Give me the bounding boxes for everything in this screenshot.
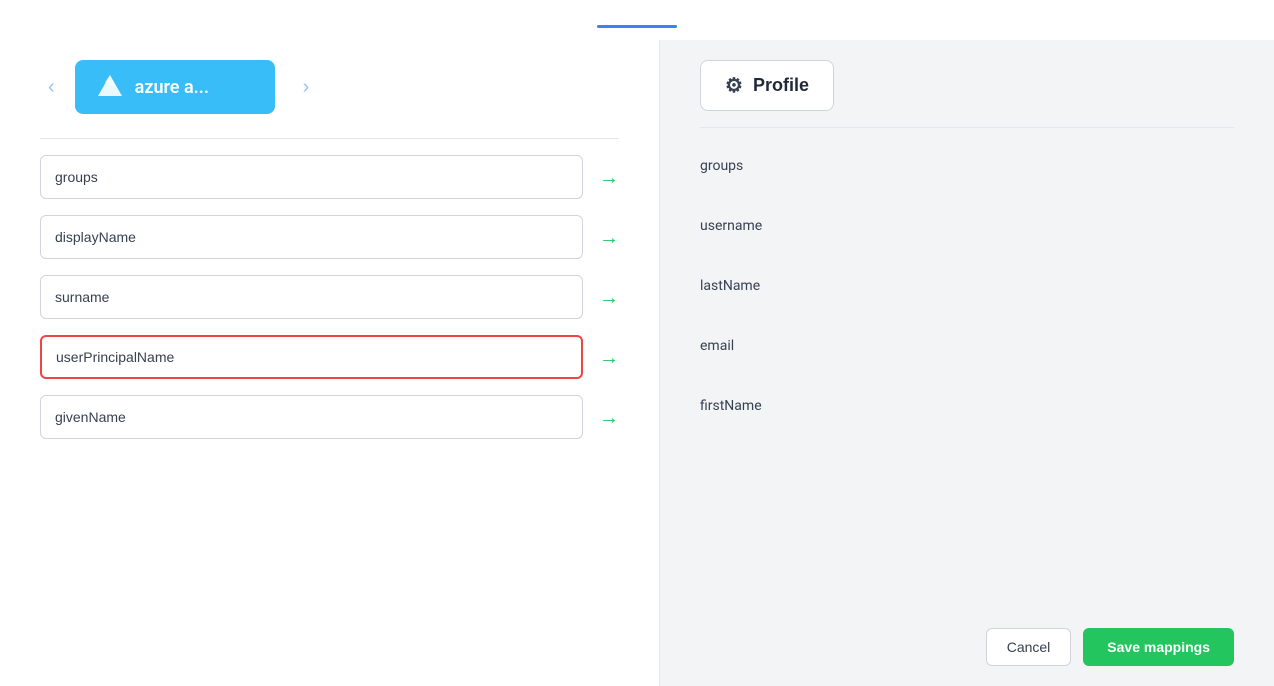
gear-icon: ⚙ (725, 73, 743, 98)
field-input-surname[interactable] (40, 275, 583, 319)
left-panel: ‹ azure a... › → → → → (0, 40, 660, 686)
bottom-actions: Cancel Save mappings (700, 612, 1234, 666)
target-rows: groups username lastName email firstName (700, 144, 1234, 612)
nav-left-button[interactable]: ‹ (40, 72, 63, 103)
azure-logo-icon (95, 72, 125, 102)
arrow-icon-givenName: → (599, 405, 619, 430)
right-panel: ⚙ Profile groups username lastName email… (660, 40, 1274, 686)
arrow-icon-groups: → (599, 165, 619, 190)
mapping-row-displayName: → (40, 215, 619, 259)
target-row-lastName: lastName (700, 264, 1234, 308)
mapping-row-surname: → (40, 275, 619, 319)
mapping-row-groups: → (40, 155, 619, 199)
save-mappings-button[interactable]: Save mappings (1083, 628, 1234, 666)
target-label-lastName: lastName (700, 278, 760, 294)
target-row-groups: groups (700, 144, 1234, 188)
mapping-row-givenName: → (40, 395, 619, 439)
field-input-userPrincipalName[interactable] (40, 335, 583, 379)
left-divider (40, 138, 619, 139)
target-label-username: username (700, 218, 762, 234)
target-label-groups: groups (700, 158, 743, 174)
profile-button-label: Profile (753, 75, 809, 96)
nav-right-button[interactable]: › (295, 72, 318, 103)
profile-button[interactable]: ⚙ Profile (700, 60, 834, 111)
right-divider (700, 127, 1234, 128)
target-label-email: email (700, 338, 734, 354)
cancel-button[interactable]: Cancel (986, 628, 1072, 666)
source-badge-label: azure a... (135, 77, 209, 98)
source-badge[interactable]: azure a... (75, 60, 275, 114)
progress-indicator (597, 25, 677, 28)
arrow-icon-displayName: → (599, 225, 619, 250)
target-row-email: email (700, 324, 1234, 368)
target-row-username: username (700, 204, 1234, 248)
mapping-row-userPrincipalName: → (40, 335, 619, 379)
target-row-firstName: firstName (700, 384, 1234, 428)
source-header: ‹ azure a... › (40, 60, 619, 114)
field-input-givenName[interactable] (40, 395, 583, 439)
field-input-displayName[interactable] (40, 215, 583, 259)
arrow-icon-surname: → (599, 285, 619, 310)
arrow-icon-userPrincipalName: → (599, 345, 619, 370)
main-container: ‹ azure a... › → → → → (0, 40, 1274, 686)
top-bar (0, 0, 1274, 40)
target-label-firstName: firstName (700, 398, 762, 414)
field-input-groups[interactable] (40, 155, 583, 199)
